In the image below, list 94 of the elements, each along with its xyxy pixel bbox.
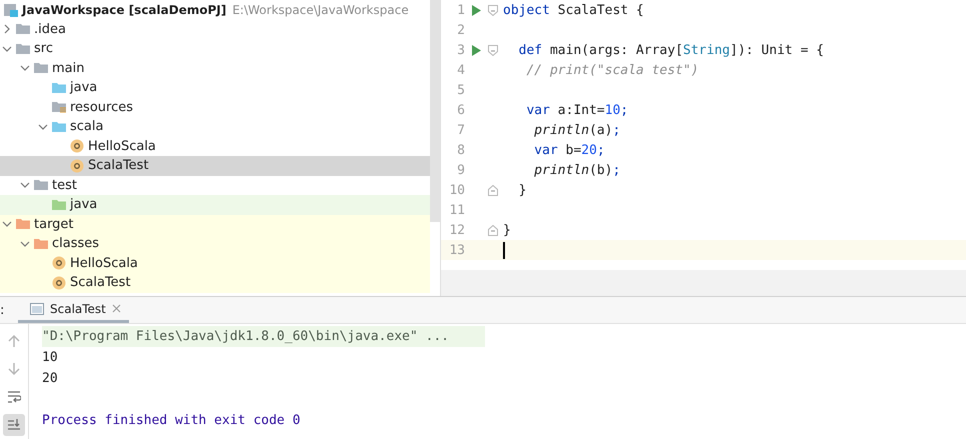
folder-icon bbox=[52, 120, 66, 134]
soft-wrap-icon bbox=[7, 390, 21, 404]
tree-item-label: ScalaTest bbox=[88, 158, 149, 174]
tree-item-label: HelloScala bbox=[70, 256, 138, 271]
code-line: println(b); bbox=[533, 162, 620, 178]
toolbar-button[interactable] bbox=[3, 414, 25, 436]
tree-item-label: scala bbox=[70, 119, 104, 134]
line-number: 5 bbox=[456, 82, 465, 98]
tree-item[interactable]: java bbox=[0, 78, 430, 98]
tree-item-label: java bbox=[70, 197, 98, 212]
tree-item[interactable]: HelloScala bbox=[0, 136, 430, 156]
tree-item[interactable]: scala bbox=[0, 117, 430, 136]
module-icon bbox=[4, 2, 18, 17]
console-line: 20 bbox=[42, 370, 59, 388]
line-number: 3 bbox=[456, 42, 465, 58]
tree-item[interactable]: .idea bbox=[0, 20, 430, 39]
tree-item[interactable]: target bbox=[0, 214, 430, 234]
code-line: } bbox=[518, 182, 526, 198]
tree-item[interactable]: ScalaTest bbox=[0, 156, 430, 176]
tree-item[interactable]: java bbox=[0, 195, 430, 214]
code-line: def main(args: Array[String]): Unit = { bbox=[518, 42, 824, 58]
line-number: 1 bbox=[456, 2, 465, 18]
object-icon bbox=[70, 139, 84, 154]
chevron-right-icon[interactable] bbox=[2, 24, 12, 34]
text-caret bbox=[503, 242, 505, 258]
run-label: : bbox=[0, 302, 4, 318]
code-line: object ScalaTest { bbox=[503, 2, 644, 18]
tree-item[interactable]: classes bbox=[0, 234, 430, 254]
line-number: 2 bbox=[456, 22, 465, 38]
chevron-down-icon[interactable] bbox=[2, 219, 12, 230]
line-number: 9 bbox=[456, 162, 465, 178]
fold-icon[interactable] bbox=[488, 44, 498, 56]
folder-icon bbox=[34, 236, 48, 251]
tree-item[interactable]: HelloScala bbox=[0, 254, 430, 273]
code-line: var b=20; bbox=[533, 142, 605, 158]
close-icon[interactable] bbox=[112, 304, 121, 313]
console-line: Process finished with exit code 0 bbox=[42, 412, 302, 430]
tree-item-label: main bbox=[52, 60, 84, 76]
tree-item[interactable]: src bbox=[0, 39, 430, 58]
object-icon bbox=[52, 276, 66, 290]
folder-icon bbox=[52, 80, 66, 95]
object-icon bbox=[70, 158, 84, 173]
chevron-down-icon[interactable] bbox=[38, 122, 48, 132]
tree-item-label: HelloScala bbox=[88, 138, 156, 154]
tree-item[interactable]: test bbox=[0, 176, 430, 195]
tree-item-label: resources bbox=[70, 100, 134, 115]
line-number: 10 bbox=[448, 182, 465, 198]
folder-icon bbox=[16, 42, 30, 56]
console-line: 10 bbox=[42, 349, 59, 367]
tree-item-label: test bbox=[52, 178, 77, 193]
arrow-up-icon bbox=[7, 334, 21, 348]
project-path: E:\Workspace\JavaWorkspace bbox=[232, 2, 409, 17]
run-icon[interactable] bbox=[471, 4, 481, 16]
chevron-down-icon[interactable] bbox=[20, 180, 30, 190]
line-number: 13 bbox=[448, 242, 465, 258]
line-number: 4 bbox=[456, 62, 465, 78]
chevron-down-icon[interactable] bbox=[20, 238, 30, 249]
tree-item-label: target bbox=[34, 216, 74, 232]
tree-item-label: classes bbox=[52, 236, 100, 252]
line-number: 8 bbox=[456, 142, 465, 158]
folder-icon bbox=[34, 178, 48, 192]
code-line: println(a); bbox=[533, 122, 620, 138]
console-icon bbox=[30, 302, 44, 314]
tree-item[interactable]: main bbox=[0, 58, 430, 78]
code-line: // print("scala test") bbox=[525, 62, 699, 78]
scroll-to-end-icon bbox=[7, 418, 21, 432]
code-line: } bbox=[503, 222, 511, 238]
tree-item-label: .idea bbox=[34, 22, 66, 37]
folder-icon bbox=[52, 198, 66, 212]
code-line: var a:Int=10; bbox=[525, 102, 628, 118]
tree-item[interactable]: resources bbox=[0, 98, 430, 117]
run-icon[interactable] bbox=[471, 44, 481, 56]
folder-icon bbox=[34, 61, 48, 76]
line-number: 12 bbox=[448, 222, 465, 238]
arrow-down-icon bbox=[7, 362, 21, 376]
folder-icon bbox=[52, 100, 66, 114]
line-number: 11 bbox=[448, 202, 465, 218]
fold-icon[interactable] bbox=[488, 184, 498, 196]
object-icon bbox=[52, 256, 66, 270]
fold-icon[interactable] bbox=[488, 224, 498, 236]
tree-item-label: java bbox=[70, 80, 98, 96]
project-name: JavaWorkspace [scalaDemoPJ] bbox=[22, 2, 226, 17]
tree-item-label: src bbox=[34, 41, 53, 56]
scrollbar-thumb[interactable] bbox=[430, 0, 440, 222]
chevron-down-icon[interactable] bbox=[2, 44, 12, 54]
folder-icon bbox=[16, 22, 30, 36]
folder-icon bbox=[16, 217, 30, 232]
tree-item-label: ScalaTest bbox=[70, 275, 131, 290]
chevron-down-icon[interactable] bbox=[20, 63, 30, 74]
line-number: 7 bbox=[456, 122, 465, 138]
line-number: 6 bbox=[456, 102, 465, 118]
run-tab[interactable]: ScalaTest bbox=[18, 297, 129, 323]
tree-item[interactable]: ScalaTest bbox=[0, 273, 430, 292]
fold-icon[interactable] bbox=[488, 4, 498, 16]
